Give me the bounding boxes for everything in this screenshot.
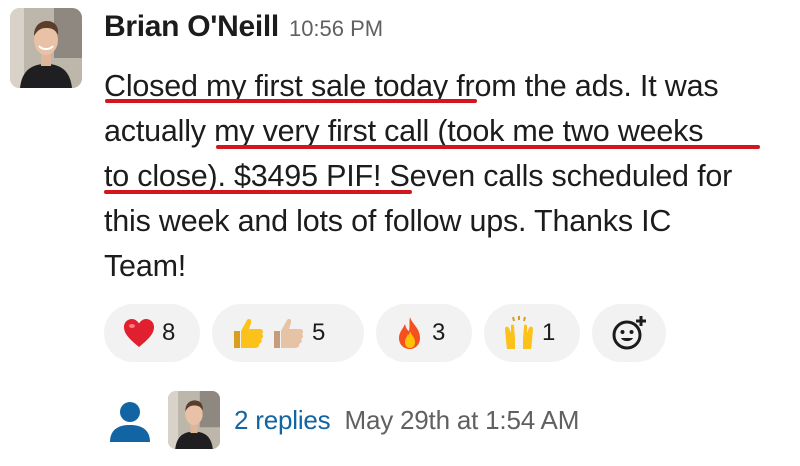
reactions-bar: 8 5 3 1 — [104, 304, 666, 362]
red-heart-icon — [122, 317, 156, 349]
reaction-thumbs-up[interactable]: 5 — [212, 304, 364, 362]
reaction-count: 3 — [432, 319, 446, 346]
add-reaction-button[interactable] — [592, 304, 666, 362]
message-line: Team! — [104, 249, 187, 283]
person-photo-icon — [168, 391, 220, 449]
person-photo-icon — [10, 8, 82, 88]
replier-avatar — [104, 394, 156, 446]
reaction-raising-hands[interactable]: 1 — [484, 304, 580, 362]
sender-name[interactable]: Brian O'Neill — [104, 10, 279, 44]
user-icon — [110, 402, 150, 442]
message-body: Closed my first sale today from the ads.… — [104, 64, 794, 289]
reaction-count: 8 — [162, 319, 176, 346]
thumbs-up-icon — [230, 315, 306, 351]
message-timestamp[interactable]: 10:56 PM — [289, 16, 383, 42]
add-reaction-icon — [612, 316, 646, 350]
last-reply-time: May 29th at 1:54 AM — [344, 404, 580, 435]
raising-hands-icon — [502, 315, 536, 351]
highlight-underline — [216, 145, 760, 149]
reaction-heart[interactable]: 8 — [104, 304, 200, 362]
sender-avatar[interactable] — [10, 8, 82, 88]
highlight-underline — [104, 190, 412, 194]
message-line: this week and lots of follow ups. Thanks… — [104, 204, 672, 238]
message-header: Brian O'Neill 10:56 PM — [104, 10, 383, 50]
reaction-fire[interactable]: 3 — [376, 304, 472, 362]
replier-avatar — [168, 391, 220, 449]
highlight-underline — [105, 99, 477, 103]
reaction-count: 5 — [312, 319, 326, 346]
replies-link[interactable]: 2 replies — [234, 405, 331, 436]
slack-message: Brian O'Neill 10:56 PM Closed my first s… — [0, 0, 800, 466]
thread-summary[interactable]: 2 replies May 29th at 1:54 AM — [104, 390, 579, 450]
reaction-count: 1 — [542, 319, 556, 346]
fire-icon — [394, 315, 426, 351]
